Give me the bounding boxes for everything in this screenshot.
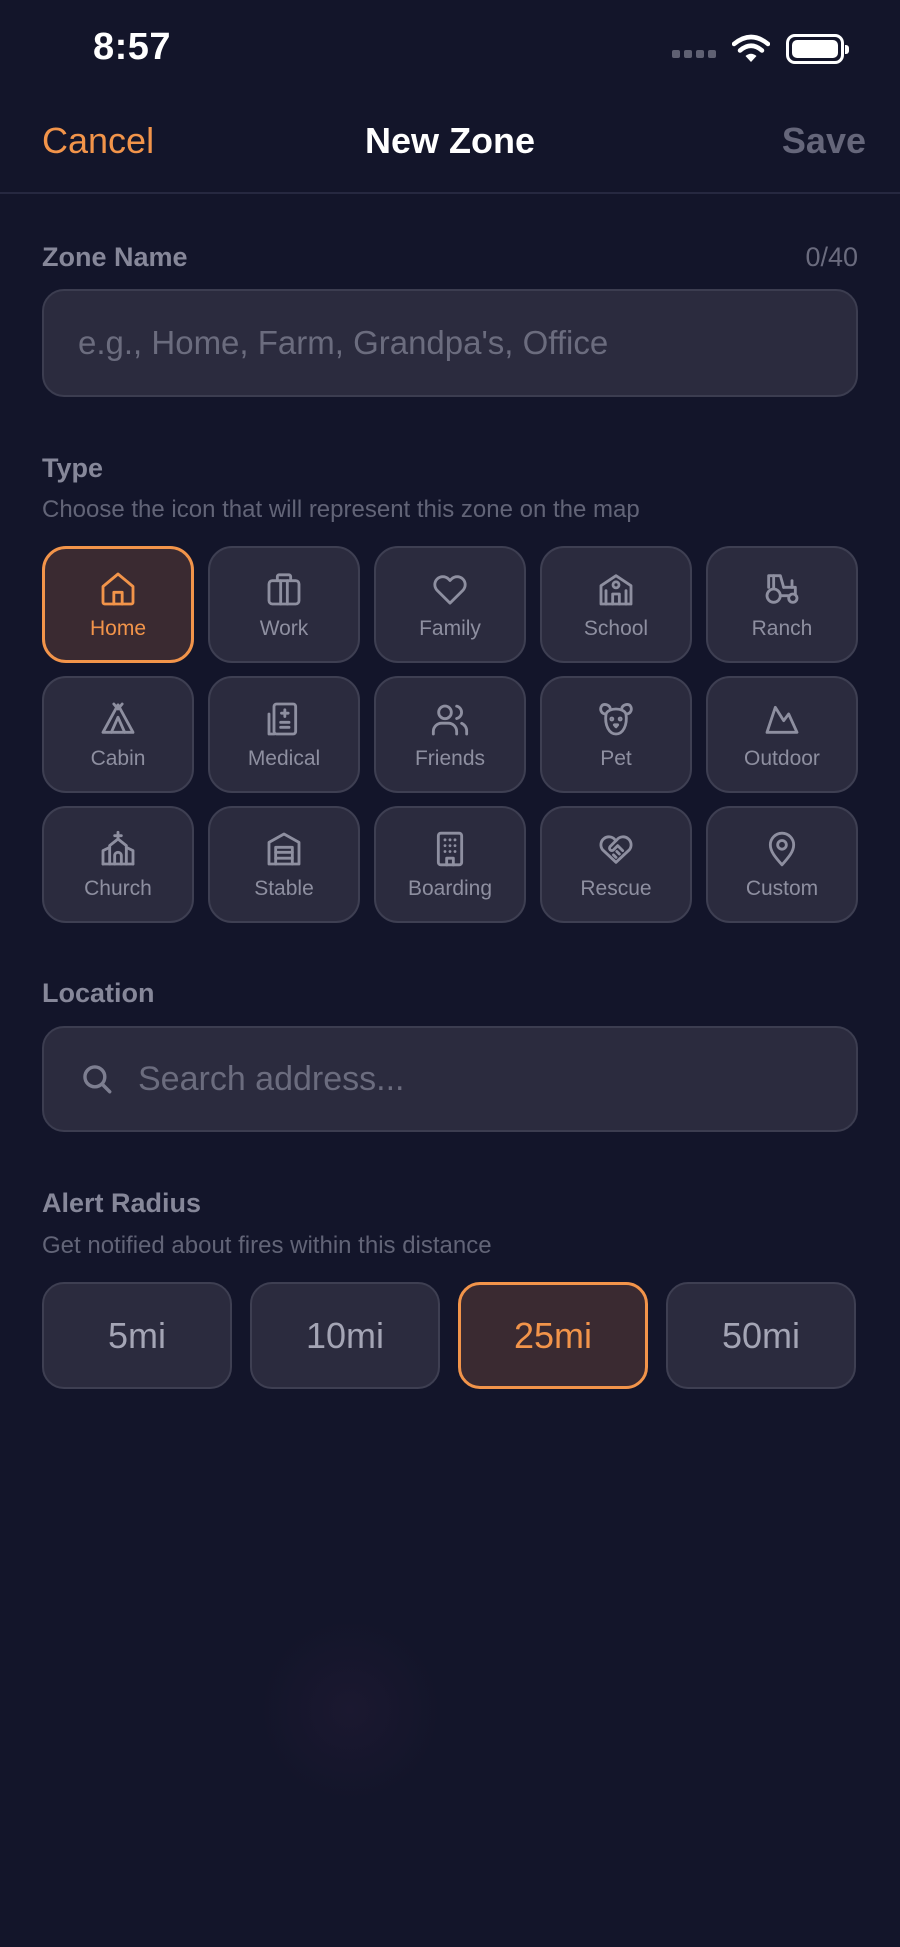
warehouse-icon xyxy=(267,832,301,865)
new-zone-screen: 8:57 Cancel New Zone Save Zone Name 0/40… xyxy=(0,0,900,1947)
medical-icon xyxy=(267,702,298,735)
briefcase-icon xyxy=(267,572,301,605)
type-option-friends[interactable]: Friends xyxy=(374,676,526,793)
navigation-bar: Cancel New Zone Save xyxy=(0,100,900,194)
school-icon xyxy=(599,573,633,605)
type-option-label: Boarding xyxy=(407,876,493,900)
tractor-icon xyxy=(765,573,799,604)
alert-radius-label: Alert Radius xyxy=(42,1188,202,1218)
type-option-school[interactable]: School xyxy=(540,546,692,663)
type-option-label: School xyxy=(583,616,649,640)
type-option-work[interactable]: Work xyxy=(208,546,360,663)
building-icon xyxy=(436,831,464,866)
alert-radius-subtitle: Get notified about fires within this dis… xyxy=(42,1232,492,1259)
users-icon xyxy=(431,704,469,735)
type-option-label: Home xyxy=(89,616,147,640)
type-option-label: Church xyxy=(84,876,152,900)
home-icon xyxy=(101,572,135,605)
heart-icon xyxy=(433,574,467,605)
zone-name-char-count: 0/40 xyxy=(805,242,858,272)
type-option-cabin[interactable]: Cabin xyxy=(42,676,194,793)
type-option-medical[interactable]: Medical xyxy=(208,676,360,793)
battery-icon xyxy=(786,34,849,64)
type-option-stable[interactable]: Stable xyxy=(208,806,360,923)
cellular-signal-icon xyxy=(672,50,716,58)
type-option-label: Outdoor xyxy=(744,746,820,770)
type-option-rescue[interactable]: Rescue xyxy=(540,806,692,923)
type-option-family[interactable]: Family xyxy=(374,546,526,663)
type-option-home[interactable]: Home xyxy=(42,546,194,663)
radius-option-5mi[interactable]: 5mi xyxy=(42,1282,232,1389)
search-icon xyxy=(80,1062,114,1096)
radius-option-50mi[interactable]: 50mi xyxy=(666,1282,856,1389)
type-option-boarding[interactable]: Boarding xyxy=(374,806,526,923)
status-icons xyxy=(672,34,849,64)
wifi-icon xyxy=(732,34,770,62)
zone-name-input[interactable] xyxy=(44,291,856,395)
type-label: Type xyxy=(42,453,104,483)
type-option-ranch[interactable]: Ranch xyxy=(706,546,858,663)
address-search-input[interactable] xyxy=(114,1028,856,1130)
status-time: 8:57 xyxy=(93,26,172,68)
map-pin-icon xyxy=(768,831,796,866)
status-bar: 8:57 xyxy=(0,0,900,100)
radius-option-10mi[interactable]: 10mi xyxy=(250,1282,440,1389)
type-option-label: Ranch xyxy=(751,616,813,640)
cancel-button[interactable]: Cancel xyxy=(42,120,154,162)
heart-handshake-icon xyxy=(599,834,633,864)
type-option-outdoor[interactable]: Outdoor xyxy=(706,676,858,793)
type-option-custom[interactable]: Custom xyxy=(706,806,858,923)
type-option-label: Cabin xyxy=(90,746,146,770)
type-option-label: Custom xyxy=(745,876,819,900)
location-label: Location xyxy=(42,978,155,1008)
type-option-label: Stable xyxy=(254,876,314,900)
type-subtitle: Choose the icon that will represent this… xyxy=(42,496,640,523)
radius-option-25mi[interactable]: 25mi xyxy=(458,1282,648,1389)
type-option-label: Medical xyxy=(247,746,321,770)
type-option-label: Work xyxy=(259,616,309,640)
zone-name-field xyxy=(42,289,858,397)
zone-type-grid: Home Work Family School Ranch Cabin Medi… xyxy=(42,546,858,923)
type-option-church[interactable]: Church xyxy=(42,806,194,923)
type-option-label: Friends xyxy=(414,746,486,770)
type-option-label: Pet xyxy=(600,746,632,770)
church-icon xyxy=(101,830,135,865)
type-option-label: Rescue xyxy=(580,876,652,900)
zone-name-label: Zone Name xyxy=(42,242,188,272)
type-option-pet[interactable]: Pet xyxy=(540,676,692,793)
type-option-label: Family xyxy=(419,616,481,640)
alert-radius-options: 5mi 10mi 25mi 50mi xyxy=(42,1282,858,1389)
mountain-icon xyxy=(765,705,799,734)
address-search-field xyxy=(42,1026,858,1132)
tent-icon xyxy=(101,702,135,734)
save-button[interactable]: Save xyxy=(782,120,866,162)
dog-icon xyxy=(599,702,633,735)
